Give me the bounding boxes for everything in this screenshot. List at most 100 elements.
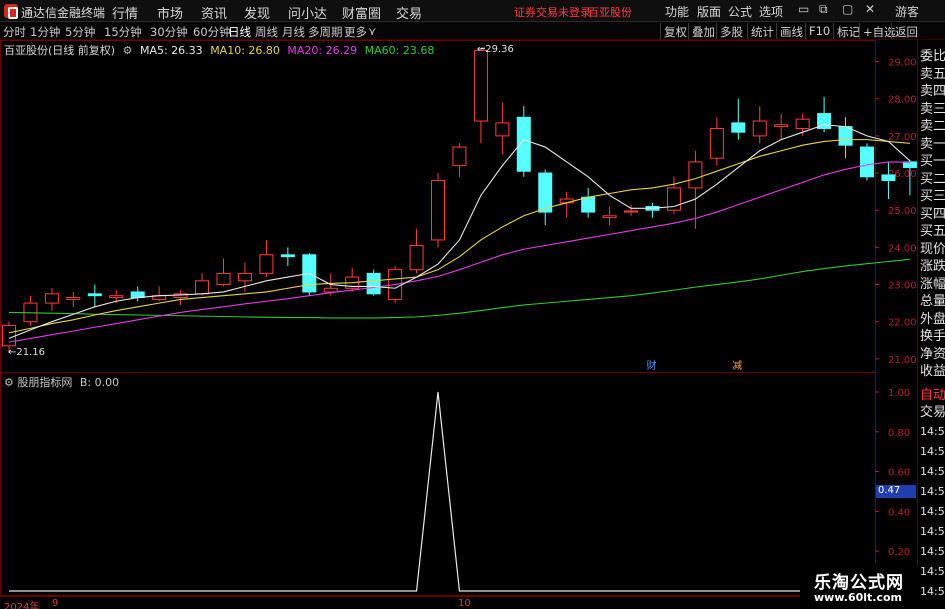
candle-up	[259, 239, 274, 278]
y-tick-label: 25.00	[888, 206, 917, 217]
candle-body	[409, 245, 424, 271]
candle-body	[87, 293, 102, 297]
indicator-gear-icon[interactable]: ⚙	[4, 376, 14, 389]
order-panel-label: 涨幅	[920, 276, 945, 292]
kline-chart[interactable]: 29.0028.0027.0026.0025.0024.0023.0022.00…	[0, 0, 945, 609]
trade-time: 14:56	[920, 465, 945, 478]
candle-body	[881, 174, 896, 181]
ma60-label: MA60: 23.68	[364, 44, 435, 57]
order-panel-label: 现价	[920, 241, 945, 257]
ind-y-tick-label: 0.20	[888, 547, 910, 558]
candle-body	[709, 127, 724, 159]
order-panel-label: 净资	[920, 346, 945, 362]
order-panel-label: 买三	[920, 189, 945, 204]
trade-label[interactable]: 交易	[920, 401, 945, 420]
order-panel-label: 卖五	[920, 66, 945, 82]
candle-down	[87, 284, 102, 307]
candle-down	[881, 161, 896, 200]
candle-body	[602, 215, 617, 219]
candle-body	[752, 120, 767, 137]
order-panel-label: 买五	[920, 224, 945, 239]
ma20-label: MA20: 26.29	[287, 44, 358, 57]
ma5-label: MA5: 26.33	[139, 44, 203, 57]
trade-time: 14:56	[920, 525, 945, 538]
order-panel-label: 卖一	[920, 136, 945, 152]
y-tick-label: 22.00	[888, 318, 917, 329]
order-panel-label: 卖四	[920, 84, 945, 99]
candle-body	[431, 179, 445, 241]
candle-body	[860, 146, 874, 178]
candle-body	[795, 118, 810, 129]
candle-up	[495, 102, 510, 155]
order-panel-label: 总量	[920, 294, 945, 309]
order-panel-label: 收益	[920, 364, 945, 379]
trade-time: 14:56	[920, 505, 945, 518]
order-panel-label: 卖三	[920, 101, 945, 117]
settings-gear-icon[interactable]: ⚙	[123, 44, 133, 57]
candle-body	[323, 287, 338, 293]
order-panel-label: 卖二	[920, 119, 945, 134]
event-badge-cai: 财	[647, 359, 657, 372]
candle-body	[195, 280, 210, 295]
y-tick-label: 28.00	[888, 95, 917, 106]
indicator-current-value: 0.47	[876, 485, 916, 498]
high-price-label: ←29.36	[477, 44, 514, 55]
candle-body	[774, 124, 789, 128]
candle-down	[366, 269, 381, 296]
candle-down	[731, 98, 746, 140]
candle-body	[66, 297, 81, 300]
candle-body	[44, 293, 59, 304]
candle-up	[216, 258, 231, 287]
candle-body	[109, 295, 124, 299]
trade-time: 14:56	[920, 445, 945, 458]
indicator-value: B: 0.00	[79, 376, 120, 389]
y-tick-label: 24.00	[888, 243, 917, 254]
candle-body	[838, 126, 853, 146]
order-panel-label: 外盘	[920, 311, 945, 327]
candle-up	[409, 228, 424, 274]
order-panel-label: 委比	[920, 49, 945, 64]
candle-up	[23, 295, 38, 326]
candle-down	[130, 286, 145, 302]
ind-y-tick-label: 0.40	[888, 507, 910, 518]
candle-body	[452, 146, 467, 167]
candle-up	[624, 204, 639, 216]
trade-time: 14:56	[920, 425, 945, 438]
ma10-label: MA10: 26.80	[210, 44, 280, 57]
candle-up	[152, 286, 167, 302]
candle-up	[173, 290, 188, 305]
candle-body	[216, 272, 231, 286]
order-panel-label: 买四	[920, 206, 945, 222]
trade-time: 14:56	[920, 485, 945, 498]
low-price-label: ←21.16	[8, 347, 45, 358]
main-legend: 百亚股份(日线 前复权) ⚙ MA5: 26.33 MA10: 26.80 MA…	[4, 42, 438, 58]
candle-body	[495, 122, 510, 137]
watermark-url: www.60lt.com	[814, 591, 903, 604]
date-month-9: 9	[52, 598, 59, 609]
candle-up	[559, 191, 574, 218]
ind-y-tick-label: 0.80	[888, 428, 910, 439]
candle-down	[860, 143, 874, 181]
candle-up	[66, 291, 81, 307]
candle-down	[838, 117, 853, 159]
ma60-line	[8, 258, 910, 319]
candle-body	[516, 116, 531, 172]
indicator-name: 股朋指标网	[17, 376, 73, 389]
order-panel-label: 买二	[920, 171, 945, 187]
order-book-panel: 委比 卖五 卖四 卖三 卖二 卖一 买一 买二 买三 买四 买五 现价 涨跌 涨幅 总量 外盘 换手 净资 收益 自动…	[917, 40, 945, 609]
indicator-line	[9, 391, 910, 592]
date-axis: 2024年 9 10	[0, 596, 875, 609]
candle-down	[280, 247, 295, 266]
y-tick-label: 23.00	[888, 281, 917, 292]
indicator-plot-frame	[0, 372, 876, 596]
candle-up	[774, 113, 789, 140]
ind-y-tick-label: 1.00	[888, 388, 910, 399]
candle-down	[581, 187, 596, 218]
candle-down	[645, 202, 660, 218]
trade-time: 14:56	[920, 545, 945, 558]
ind-y-tick-label: 0.60	[888, 468, 910, 479]
candle-up	[452, 143, 467, 177]
order-panel-label: 买一	[920, 154, 945, 169]
candle-up	[195, 273, 210, 296]
indicator-legend: ⚙ 股朋指标网 B: 0.00	[4, 374, 119, 390]
